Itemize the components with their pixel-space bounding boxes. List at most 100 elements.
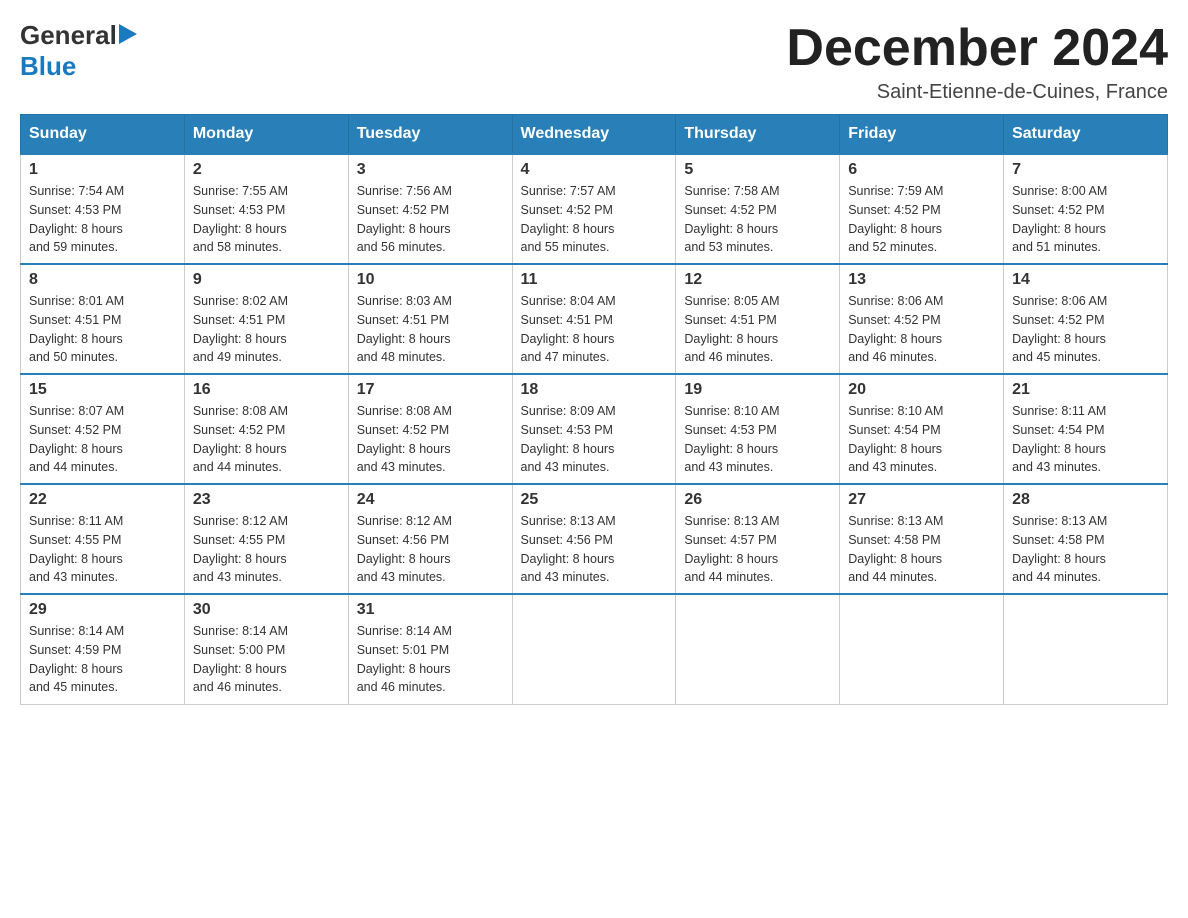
day-number: 6 (848, 161, 995, 179)
day-number: 24 (357, 491, 504, 509)
day-number: 22 (29, 491, 176, 509)
calendar-day-cell: 3Sunrise: 7:56 AMSunset: 4:52 PMDaylight… (348, 154, 512, 264)
calendar-day-cell: 24 Sunrise: 8:12 AMSunset: 4:56 PMDayligh… (348, 484, 512, 594)
calendar-day-cell: 10 Sunrise: 8:03 AMSunset: 4:51 PMDayligh… (348, 264, 512, 374)
weekday-header-sunday: Sunday (21, 115, 185, 155)
day-number: 5 (684, 161, 831, 179)
calendar-day-cell: 11 Sunrise: 8:04 AMSunset: 4:51 PMDayligh… (512, 264, 676, 374)
day-number: 23 (193, 491, 340, 509)
calendar-week-row: 15 Sunrise: 8:07 AMSunset: 4:52 PMDayligh… (21, 374, 1168, 484)
calendar-week-row: 29 Sunrise: 8:14 AMSunset: 4:59 PMDayligh… (21, 594, 1168, 704)
calendar-day-cell: 19 Sunrise: 8:10 AMSunset: 4:53 PMDayligh… (676, 374, 840, 484)
calendar-week-row: 1 Sunrise: 7:54 AMSunset: 4:53 PMDaylight… (21, 154, 1168, 264)
calendar-day-cell: 16 Sunrise: 8:08 AMSunset: 4:52 PMDayligh… (184, 374, 348, 484)
day-number: 2 (193, 161, 340, 179)
day-info: Sunrise: 7:57 AMSunset: 4:52 PMDaylight:… (521, 182, 668, 257)
day-info: Sunrise: 8:10 AMSunset: 4:54 PMDaylight:… (848, 402, 995, 477)
day-number: 16 (193, 381, 340, 399)
day-number: 8 (29, 271, 176, 289)
day-number: 7 (1012, 161, 1159, 179)
weekday-header-friday: Friday (840, 115, 1004, 155)
day-info: Sunrise: 8:07 AMSunset: 4:52 PMDaylight:… (29, 402, 176, 477)
calendar-day-cell: 6 Sunrise: 7:59 AMSunset: 4:52 PMDaylight… (840, 154, 1004, 264)
calendar-day-cell: 29 Sunrise: 8:14 AMSunset: 4:59 PMDayligh… (21, 594, 185, 704)
logo-arrow-icon (119, 24, 137, 48)
calendar-day-cell: 8Sunrise: 8:01 AMSunset: 4:51 PMDaylight… (21, 264, 185, 374)
calendar-table: SundayMondayTuesdayWednesdayThursdayFrid… (20, 114, 1168, 705)
day-number: 19 (684, 381, 831, 399)
weekday-header-monday: Monday (184, 115, 348, 155)
month-title: December 2024 (786, 20, 1168, 77)
day-number: 20 (848, 381, 995, 399)
logo-blue: Blue (20, 51, 76, 82)
day-info: Sunrise: 8:13 AMSunset: 4:57 PMDaylight:… (684, 512, 831, 587)
day-number: 14 (1012, 271, 1159, 289)
calendar-day-cell: 20 Sunrise: 8:10 AMSunset: 4:54 PMDayligh… (840, 374, 1004, 484)
day-info: Sunrise: 7:59 AMSunset: 4:52 PMDaylight:… (848, 182, 995, 257)
calendar-day-cell (512, 594, 676, 704)
calendar-day-cell: 22 Sunrise: 8:11 AMSunset: 4:55 PMDayligh… (21, 484, 185, 594)
calendar-day-cell: 28Sunrise: 8:13 AMSunset: 4:58 PMDayligh… (1004, 484, 1168, 594)
day-info: Sunrise: 7:55 AMSunset: 4:53 PMDaylight:… (193, 182, 340, 257)
calendar-day-cell (676, 594, 840, 704)
day-number: 1 (29, 161, 176, 179)
logo-general: General (20, 20, 117, 51)
day-info: Sunrise: 8:10 AMSunset: 4:53 PMDaylight:… (684, 402, 831, 477)
day-number: 4 (521, 161, 668, 179)
day-number: 26 (684, 491, 831, 509)
day-info: Sunrise: 8:03 AMSunset: 4:51 PMDaylight:… (357, 292, 504, 367)
day-info: Sunrise: 8:08 AMSunset: 4:52 PMDaylight:… (357, 402, 504, 477)
day-number: 25 (521, 491, 668, 509)
day-number: 30 (193, 601, 340, 619)
day-number: 13 (848, 271, 995, 289)
title-section: December 2024 Saint-Etienne-de-Cuines, F… (786, 20, 1168, 104)
location: Saint-Etienne-de-Cuines, France (786, 81, 1168, 104)
day-info: Sunrise: 8:04 AMSunset: 4:51 PMDaylight:… (521, 292, 668, 367)
calendar-day-cell: 25Sunrise: 8:13 AMSunset: 4:56 PMDayligh… (512, 484, 676, 594)
weekday-header-tuesday: Tuesday (348, 115, 512, 155)
day-info: Sunrise: 8:14 AMSunset: 5:00 PMDaylight:… (193, 622, 340, 697)
weekday-header-row: SundayMondayTuesdayWednesdayThursdayFrid… (21, 115, 1168, 155)
weekday-header-wednesday: Wednesday (512, 115, 676, 155)
day-number: 15 (29, 381, 176, 399)
day-number: 3 (357, 161, 504, 179)
day-info: Sunrise: 8:12 AMSunset: 4:55 PMDaylight:… (193, 512, 340, 587)
calendar-day-cell: 17Sunrise: 8:08 AMSunset: 4:52 PMDayligh… (348, 374, 512, 484)
page-header: General Blue December 2024 Saint-Etienne… (20, 20, 1168, 104)
day-info: Sunrise: 8:00 AMSunset: 4:52 PMDaylight:… (1012, 182, 1159, 257)
day-info: Sunrise: 8:05 AMSunset: 4:51 PMDaylight:… (684, 292, 831, 367)
day-number: 11 (521, 271, 668, 289)
calendar-day-cell: 23 Sunrise: 8:12 AMSunset: 4:55 PMDayligh… (184, 484, 348, 594)
day-info: Sunrise: 8:08 AMSunset: 4:52 PMDaylight:… (193, 402, 340, 477)
day-info: Sunrise: 8:12 AMSunset: 4:56 PMDaylight:… (357, 512, 504, 587)
day-number: 12 (684, 271, 831, 289)
day-info: Sunrise: 8:02 AMSunset: 4:51 PMDaylight:… (193, 292, 340, 367)
calendar-day-cell: 9 Sunrise: 8:02 AMSunset: 4:51 PMDaylight… (184, 264, 348, 374)
day-info: Sunrise: 7:58 AMSunset: 4:52 PMDaylight:… (684, 182, 831, 257)
day-info: Sunrise: 8:11 AMSunset: 4:55 PMDaylight:… (29, 512, 176, 587)
calendar-day-cell: 30 Sunrise: 8:14 AMSunset: 5:00 PMDayligh… (184, 594, 348, 704)
logo: General Blue (20, 20, 135, 82)
day-info: Sunrise: 7:54 AMSunset: 4:53 PMDaylight:… (29, 182, 176, 257)
calendar-day-cell: 5 Sunrise: 7:58 AMSunset: 4:52 PMDaylight… (676, 154, 840, 264)
day-number: 28 (1012, 491, 1159, 509)
day-number: 29 (29, 601, 176, 619)
day-number: 9 (193, 271, 340, 289)
calendar-day-cell: 13 Sunrise: 8:06 AMSunset: 4:52 PMDayligh… (840, 264, 1004, 374)
calendar-week-row: 22 Sunrise: 8:11 AMSunset: 4:55 PMDayligh… (21, 484, 1168, 594)
calendar-day-cell: 7 Sunrise: 8:00 AMSunset: 4:52 PMDaylight… (1004, 154, 1168, 264)
day-info: Sunrise: 8:06 AMSunset: 4:52 PMDaylight:… (1012, 292, 1159, 367)
day-number: 10 (357, 271, 504, 289)
day-info: Sunrise: 8:13 AMSunset: 4:58 PMDaylight:… (848, 512, 995, 587)
day-info: Sunrise: 8:06 AMSunset: 4:52 PMDaylight:… (848, 292, 995, 367)
calendar-day-cell: 14 Sunrise: 8:06 AMSunset: 4:52 PMDayligh… (1004, 264, 1168, 374)
day-number: 18 (521, 381, 668, 399)
calendar-day-cell (840, 594, 1004, 704)
day-info: Sunrise: 8:14 AMSunset: 5:01 PMDaylight:… (357, 622, 504, 697)
calendar-day-cell: 27Sunrise: 8:13 AMSunset: 4:58 PMDayligh… (840, 484, 1004, 594)
weekday-header-thursday: Thursday (676, 115, 840, 155)
calendar-day-cell: 12 Sunrise: 8:05 AMSunset: 4:51 PMDayligh… (676, 264, 840, 374)
calendar-day-cell: 1 Sunrise: 7:54 AMSunset: 4:53 PMDaylight… (21, 154, 185, 264)
day-info: Sunrise: 8:14 AMSunset: 4:59 PMDaylight:… (29, 622, 176, 697)
calendar-week-row: 8Sunrise: 8:01 AMSunset: 4:51 PMDaylight… (21, 264, 1168, 374)
